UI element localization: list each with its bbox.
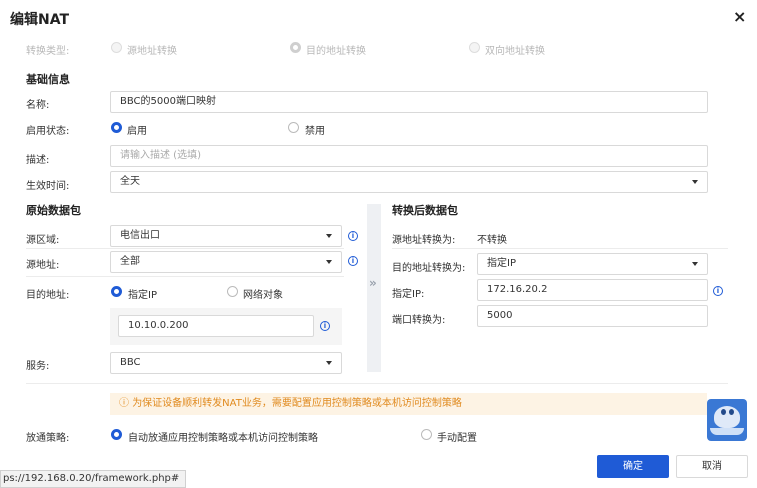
- dialog-title: 编辑NAT: [10, 12, 70, 28]
- source-address-select[interactable]: 全部: [110, 251, 342, 273]
- policy-label: 放通策略:: [26, 433, 70, 444]
- assistant-robot-icon[interactable]: [707, 399, 747, 441]
- radio-dst-network-object[interactable]: [227, 286, 238, 297]
- divider: [26, 276, 344, 277]
- description-input[interactable]: 请输入描述 (选填): [110, 145, 708, 167]
- service-select[interactable]: BBC: [110, 352, 342, 374]
- info-icon[interactable]: i: [320, 321, 330, 331]
- radio-policy-manual[interactable]: [421, 429, 432, 440]
- description-label: 描述:: [26, 155, 50, 166]
- destination-address-label: 目的地址:: [26, 290, 70, 301]
- radio-bidirectional-nat[interactable]: [469, 42, 480, 53]
- status-label: 启用状态:: [26, 126, 70, 137]
- section-translated-packet: 转换后数据包: [392, 204, 458, 217]
- destination-conversion-select[interactable]: 指定IP: [477, 253, 708, 275]
- radio-policy-auto[interactable]: [111, 429, 122, 440]
- info-icon[interactable]: i: [713, 286, 723, 296]
- source-address-label: 源地址:: [26, 260, 60, 271]
- radio-source-nat[interactable]: [111, 42, 122, 53]
- cancel-button[interactable]: 取消: [676, 455, 748, 478]
- info-icon[interactable]: i: [348, 256, 358, 266]
- source-address-value: 全部: [120, 256, 140, 267]
- double-chevron-right-icon: »: [369, 276, 377, 290]
- section-basic-info: 基础信息: [26, 73, 70, 86]
- source-zone-label: 源区域:: [26, 235, 60, 246]
- info-circle-icon: ⓘ: [119, 398, 129, 409]
- chevron-down-icon: [326, 361, 332, 365]
- confirm-button[interactable]: 确定: [597, 455, 669, 478]
- destination-ip-input[interactable]: 10.10.0.200: [118, 315, 314, 337]
- chevron-down-icon: [692, 262, 698, 266]
- name-input[interactable]: BBC的5000端口映射: [110, 91, 708, 113]
- conversion-type-label: 转换类型:: [26, 46, 70, 57]
- divider: [26, 383, 728, 384]
- source-conversion-label: 源地址转换为:: [392, 235, 456, 246]
- effective-time-select[interactable]: 全天: [110, 171, 708, 193]
- destination-conversion-label: 目的地址转换为:: [392, 263, 466, 274]
- service-value: BBC: [120, 357, 141, 368]
- radio-bidirectional-nat-label: 双向地址转换: [485, 46, 545, 57]
- radio-status-disabled-label: 禁用: [305, 126, 325, 137]
- radio-policy-auto-label: 自动放通应用控制策略或本机访问控制策略: [128, 433, 318, 444]
- warning-text: 为保证设备顺利转发NAT业务，需要配置应用控制策略或本机访问控制策略: [132, 398, 462, 409]
- chevron-down-icon: [326, 260, 332, 264]
- name-label: 名称:: [26, 100, 50, 111]
- source-zone-value: 电信出口: [120, 230, 160, 241]
- source-zone-select[interactable]: 电信出口: [110, 225, 342, 247]
- divider: [26, 248, 344, 249]
- radio-destination-nat[interactable]: [290, 42, 301, 53]
- destination-conversion-value: 指定IP: [487, 258, 516, 269]
- specified-ip-input[interactable]: 172.16.20.2: [477, 279, 708, 301]
- radio-dst-specified-ip[interactable]: [111, 286, 122, 297]
- info-icon[interactable]: i: [348, 231, 358, 241]
- radio-policy-manual-label: 手动配置: [437, 433, 477, 444]
- status-bar-url: ps://192.168.0.20/framework.php#: [0, 470, 187, 488]
- radio-dst-network-object-label: 网络对象: [243, 290, 283, 301]
- specified-ip-label: 指定IP:: [392, 289, 425, 300]
- source-conversion-value: 不转换: [477, 235, 507, 246]
- divider: [392, 248, 728, 249]
- effective-time-label: 生效时间:: [26, 181, 70, 192]
- radio-source-nat-label: 源地址转换: [127, 46, 177, 57]
- port-conversion-input[interactable]: 5000: [477, 305, 708, 327]
- service-label: 服务:: [26, 361, 50, 372]
- section-original-packet: 原始数据包: [26, 204, 81, 217]
- warning-banner: ⓘ 为保证设备顺利转发NAT业务，需要配置应用控制策略或本机访问控制策略: [110, 393, 707, 415]
- effective-time-value: 全天: [120, 176, 140, 187]
- radio-destination-nat-label: 目的地址转换: [306, 46, 366, 57]
- close-icon[interactable]: ×: [733, 7, 746, 26]
- radio-status-enabled[interactable]: [111, 122, 122, 133]
- radio-dst-specified-ip-label: 指定IP: [128, 290, 157, 301]
- radio-status-disabled[interactable]: [288, 122, 299, 133]
- chevron-down-icon: [692, 180, 698, 184]
- port-conversion-label: 端口转换为:: [392, 315, 446, 326]
- radio-status-enabled-label: 启用: [127, 126, 147, 137]
- chevron-down-icon: [326, 234, 332, 238]
